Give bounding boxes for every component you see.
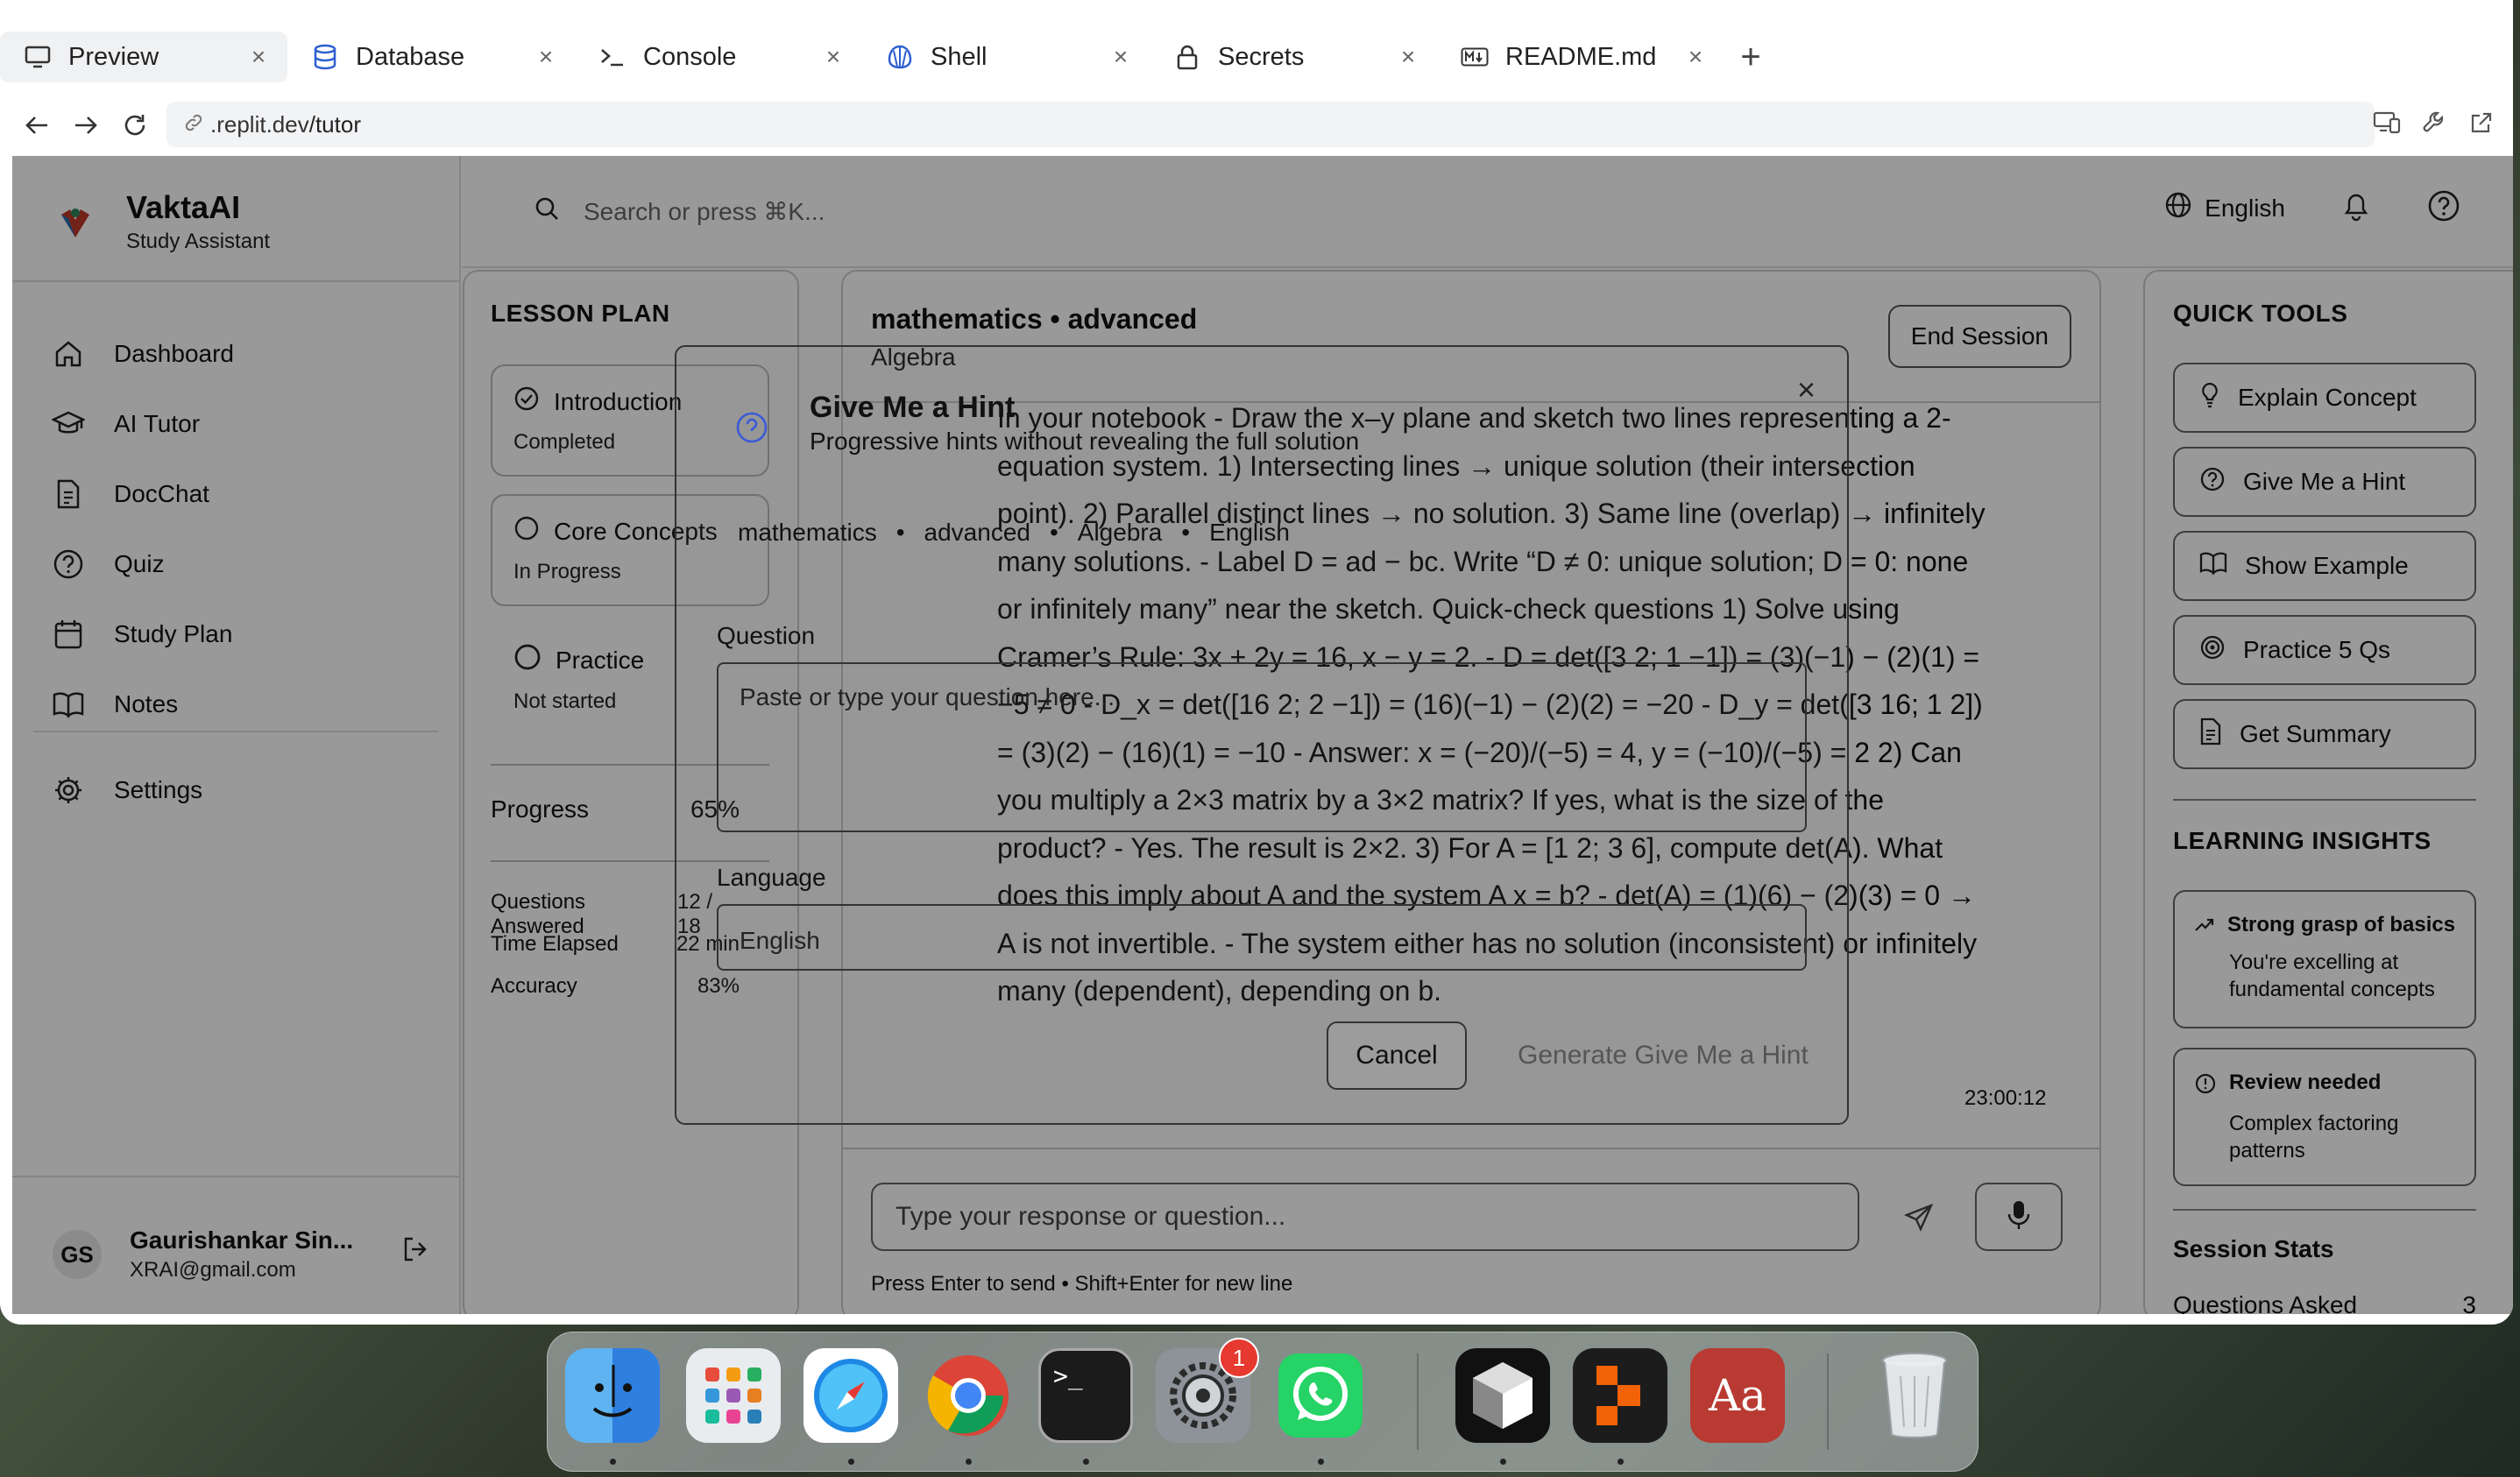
close-icon[interactable]: × bbox=[247, 43, 270, 71]
tab-label: Secrets bbox=[1218, 42, 1305, 71]
chrome-icon[interactable] bbox=[921, 1348, 1016, 1443]
running-indicator bbox=[1318, 1459, 1324, 1465]
meta-subject: mathematics bbox=[738, 519, 877, 546]
preview-icon bbox=[23, 42, 53, 72]
back-icon[interactable] bbox=[12, 101, 61, 150]
running-indicator bbox=[1083, 1459, 1089, 1465]
console-icon bbox=[598, 42, 627, 72]
terminal-glyph: >_ bbox=[1053, 1361, 1083, 1390]
shell-icon bbox=[885, 42, 915, 72]
hint-dialog: × Give Me a Hint Progressive hints witho… bbox=[675, 345, 1849, 1125]
meta-separator: • bbox=[1181, 519, 1191, 546]
tab-label: Database bbox=[356, 42, 465, 71]
help-circle-icon bbox=[734, 410, 769, 449]
external-link-icon[interactable] bbox=[2464, 103, 2499, 142]
dialog-title: Give Me a Hint bbox=[810, 391, 1016, 424]
dialog-meta: mathematics • advanced • Algebra • Engli… bbox=[738, 519, 1290, 547]
running-indicator bbox=[1617, 1459, 1624, 1465]
browser-window: Preview × Database × Console × Shell × S… bbox=[0, 0, 2513, 1325]
tab-bar: Preview × Database × Console × Shell × S… bbox=[0, 32, 2513, 82]
replit-icon[interactable] bbox=[1573, 1348, 1667, 1443]
meta-separator: • bbox=[1049, 519, 1058, 546]
safari-icon[interactable] bbox=[803, 1348, 898, 1443]
close-icon[interactable]: × bbox=[822, 43, 845, 71]
devices-icon[interactable] bbox=[2369, 103, 2404, 142]
reload-icon[interactable] bbox=[110, 101, 159, 150]
menu-strip bbox=[0, 0, 2513, 12]
dock-separator bbox=[1417, 1353, 1419, 1450]
tab-label: README.md bbox=[1505, 42, 1657, 71]
tab-console[interactable]: Console × bbox=[575, 32, 862, 82]
url-path: /tutor bbox=[308, 110, 361, 138]
url-input[interactable]: .replit.dev/tutor bbox=[166, 102, 2375, 147]
notification-badge: 1 bbox=[1219, 1338, 1259, 1378]
meta-separator: • bbox=[895, 519, 905, 546]
tab-label: Shell bbox=[931, 42, 987, 71]
tab-readme[interactable]: README.md × bbox=[1437, 32, 1724, 82]
language-select[interactable]: English bbox=[717, 904, 1807, 971]
whatsapp-icon[interactable] bbox=[1273, 1348, 1368, 1443]
running-indicator bbox=[1500, 1459, 1506, 1465]
unity-icon[interactable] bbox=[1455, 1348, 1550, 1443]
tab-label: Preview bbox=[68, 42, 159, 71]
markdown-icon bbox=[1460, 42, 1490, 72]
close-icon[interactable]: × bbox=[1684, 43, 1707, 71]
new-tab-button[interactable]: + bbox=[1724, 32, 1777, 82]
question-textarea[interactable]: Paste or type your question here... bbox=[717, 662, 1807, 832]
finder-icon[interactable] bbox=[565, 1348, 660, 1443]
question-label: Question bbox=[717, 622, 816, 649]
tab-database[interactable]: Database × bbox=[287, 32, 575, 82]
dock-separator bbox=[1827, 1353, 1829, 1450]
close-icon[interactable]: × bbox=[1109, 43, 1132, 71]
dialog-subtitle: Progressive hints without revealing the … bbox=[810, 428, 1360, 455]
link-icon bbox=[184, 111, 203, 138]
running-indicator bbox=[966, 1459, 972, 1465]
cancel-button[interactable]: Cancel bbox=[1327, 1021, 1467, 1090]
meta-topic: Algebra bbox=[1077, 519, 1163, 546]
tab-preview[interactable]: Preview × bbox=[0, 32, 287, 82]
app-viewport: VaktaAI Study Assistant Dashboard AI Tut… bbox=[12, 156, 2513, 1314]
tab-label: Console bbox=[643, 42, 737, 71]
tab-secrets[interactable]: Secrets × bbox=[1150, 32, 1437, 82]
wrench-icon[interactable] bbox=[2417, 103, 2452, 142]
trash-icon[interactable] bbox=[1867, 1348, 1962, 1443]
tab-shell[interactable]: Shell × bbox=[862, 32, 1150, 82]
system-settings-icon[interactable]: 1 bbox=[1156, 1338, 1259, 1443]
close-icon[interactable]: × bbox=[1397, 43, 1419, 71]
dictionary-glyph: Aa bbox=[1709, 1370, 1766, 1421]
meta-language: English bbox=[1209, 519, 1290, 546]
dock: >_ 1 Aa bbox=[547, 1332, 1978, 1472]
address-bar: .replit.dev/tutor bbox=[12, 98, 2509, 152]
terminal-icon[interactable]: >_ bbox=[1038, 1348, 1133, 1443]
forward-icon[interactable] bbox=[61, 101, 110, 150]
url-host: .replit.dev bbox=[210, 110, 309, 138]
launchpad-icon[interactable] bbox=[686, 1348, 781, 1443]
meta-level: advanced bbox=[924, 519, 1030, 546]
running-indicator bbox=[610, 1459, 616, 1465]
close-icon[interactable]: × bbox=[1797, 371, 1816, 408]
database-icon bbox=[310, 42, 340, 72]
running-indicator bbox=[848, 1459, 854, 1465]
dictionary-icon[interactable]: Aa bbox=[1690, 1348, 1785, 1443]
close-icon[interactable]: × bbox=[534, 43, 557, 71]
language-field-label: Language bbox=[717, 864, 826, 891]
generate-hint-button[interactable]: Generate Give Me a Hint bbox=[1518, 1021, 1809, 1090]
lock-icon bbox=[1172, 42, 1202, 72]
